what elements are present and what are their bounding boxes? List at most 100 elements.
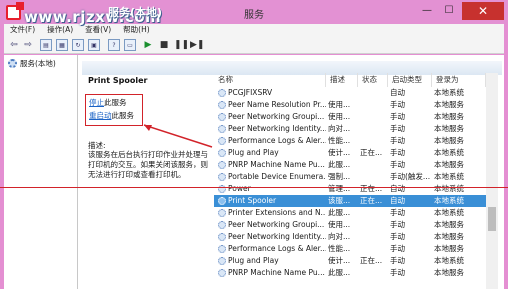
service-startup-cell: 手动 xyxy=(390,232,405,241)
service-name-text: Performance Logs & Aler... xyxy=(228,136,326,145)
gear-icon xyxy=(218,209,226,217)
console-tree-icon[interactable]: ▤ xyxy=(40,39,52,51)
service-row[interactable]: Plug and Play 使计... 正在... 手动 本地系统 xyxy=(214,147,486,159)
services-list: 名称 描述 状态 启动类型 登录为 PCGJFIXSRV 自动本地系统 Peer N… xyxy=(214,73,486,289)
service-row[interactable]: Print Spooler 该服... 正在... 自动 本地系统 xyxy=(214,195,486,207)
help-icon[interactable]: ? xyxy=(108,39,120,51)
gear-icon xyxy=(218,125,226,133)
service-description-cell: 此服... xyxy=(328,268,351,277)
export-icon[interactable]: ▣ xyxy=(88,39,100,51)
service-name-cell: PCGJFIXSRV xyxy=(218,87,326,99)
service-description-cell: 使用... xyxy=(328,100,351,109)
main-content: 服务(本地) Print Spooler 停止此服务 重启动此服务 描述: 该服… xyxy=(4,55,504,289)
service-startup-cell: 手动 xyxy=(390,100,405,109)
service-name-text: Printer Extensions and N... xyxy=(228,208,326,217)
service-name-cell: Performance Logs & Aler... xyxy=(218,243,326,255)
column-header-status[interactable]: 状态 xyxy=(358,73,388,87)
play-icon[interactable]: ▶ xyxy=(142,39,154,51)
close-button[interactable]: ✕ xyxy=(462,2,504,20)
service-description-cell: 此服... xyxy=(328,208,351,217)
service-name-text: Peer Networking Identity... xyxy=(228,124,326,133)
service-row[interactable]: Plug and Play 使计... 正在... 手动 本地系统 xyxy=(214,255,486,267)
service-description-cell: 性能... xyxy=(328,136,351,145)
column-header-description[interactable]: 描述 xyxy=(326,73,358,87)
service-logon-cell: 本地服务 xyxy=(434,268,464,277)
gear-icon xyxy=(218,233,226,241)
service-startup-cell: 手动 xyxy=(390,208,405,217)
service-logon-cell: 本地系统 xyxy=(434,172,464,181)
service-name-text: PNRP Machine Name Pu... xyxy=(228,268,325,277)
stop-icon[interactable]: ■ xyxy=(158,39,170,51)
service-status-cell: 正在... xyxy=(360,196,383,205)
service-name-text: Portable Device Enumera... xyxy=(228,172,326,181)
column-header-name[interactable]: 名称 xyxy=(214,73,326,87)
service-row[interactable]: PNRP Machine Name Pu... 此服... 手动 本地服务 xyxy=(214,267,486,279)
service-row[interactable]: PCGJFIXSRV 自动 本地系统 xyxy=(214,87,486,99)
service-startup-cell: 手动 xyxy=(390,256,405,265)
service-name-cell: Power xyxy=(218,183,326,195)
service-name-cell: Peer Name Resolution Pr... xyxy=(218,99,326,111)
service-description-cell: 使用... xyxy=(328,220,351,229)
toolbar: ⇦ ⇨ ▤ ▦ ↻ ▣ ? ▭ ▶ ■ ❚❚ ▶❚ xyxy=(4,36,504,54)
console-icon[interactable]: ▭ xyxy=(124,39,136,51)
restart-icon[interactable]: ▶❚ xyxy=(190,39,204,51)
watermark-header: 服务(本地) xyxy=(108,6,163,19)
service-row[interactable]: Performance Logs & Aler... 性能... 手动 本地服务 xyxy=(214,243,486,255)
maximize-button[interactable]: ☐ xyxy=(438,2,460,20)
service-name-cell: Plug and Play xyxy=(218,147,326,159)
service-description-cell: 向对... xyxy=(328,124,351,133)
service-row[interactable]: Peer Name Resolution Pr... 使用... 手动 本地服务 xyxy=(214,99,486,111)
service-description-cell: 使用... xyxy=(328,112,351,121)
service-name-text: Power xyxy=(228,184,251,193)
service-startup-cell: 手动 xyxy=(390,244,405,253)
service-row[interactable]: PNRP Machine Name Pu... 此服... 手动 本地服务 xyxy=(214,159,486,171)
service-startup-cell: 手动 xyxy=(390,148,405,157)
annotation-arrow xyxy=(143,124,213,148)
service-status-cell: 正在... xyxy=(360,148,383,157)
refresh-icon[interactable]: ↻ xyxy=(72,39,84,51)
back-icon[interactable]: ⇦ xyxy=(8,39,20,51)
forward-icon[interactable]: ⇨ xyxy=(22,39,34,51)
service-startup-cell: 自动 xyxy=(390,88,405,97)
service-description-cell: 向对... xyxy=(328,232,351,241)
pause-icon[interactable]: ❚❚ xyxy=(174,39,189,51)
service-description-cell: 该服... xyxy=(328,196,351,205)
service-name-cell: Peer Networking Identity... xyxy=(218,231,326,243)
service-name-text: Peer Networking Groupi... xyxy=(228,220,325,229)
service-row[interactable]: Peer Networking Groupi... 使用... 手动 本地服务 xyxy=(214,219,486,231)
column-header-logon[interactable]: 登录为 xyxy=(432,73,486,87)
service-name-cell: Peer Networking Groupi... xyxy=(218,111,326,123)
service-logon-cell: 本地服务 xyxy=(434,220,464,229)
service-logon-cell: 本地服务 xyxy=(434,100,464,109)
service-name-text: PCGJFIXSRV xyxy=(228,88,273,97)
service-logon-cell: 本地系统 xyxy=(434,256,464,265)
scrollbar-thumb[interactable] xyxy=(488,207,496,231)
service-description-cell: 此服... xyxy=(328,160,351,169)
gear-icon xyxy=(218,101,226,109)
service-name-cell: PNRP Machine Name Pu... xyxy=(218,267,326,279)
service-row[interactable]: Power 管理... 正在... 自动 本地系统 xyxy=(214,183,486,195)
service-startup-cell: 手动 xyxy=(390,160,405,169)
service-name-text: Plug and Play xyxy=(228,148,279,157)
service-logon-cell: 本地服务 xyxy=(434,232,464,241)
service-name-text: Print Spooler xyxy=(228,196,277,205)
gear-icon xyxy=(218,89,226,97)
vertical-scrollbar[interactable] xyxy=(486,73,498,289)
column-header-startup-type[interactable]: 启动类型 xyxy=(388,73,432,87)
service-status-cell: 正在... xyxy=(360,256,383,265)
service-row[interactable]: Portable Device Enumera... 强制... 手动(触发... 本… xyxy=(214,171,486,183)
properties-icon[interactable]: ▦ xyxy=(56,39,68,51)
service-logon-cell: 本地系统 xyxy=(434,148,464,157)
gear-icon xyxy=(218,257,226,265)
minimize-button[interactable]: — xyxy=(416,2,438,20)
service-startup-cell: 手动 xyxy=(390,268,405,277)
service-row[interactable]: Printer Extensions and N... 此服... 手动 本地系统 xyxy=(214,207,486,219)
service-row[interactable]: Peer Networking Identity... 向对... 手动 本地服务 xyxy=(214,231,486,243)
service-row[interactable]: Performance Logs & Aler... 性能... 手动 本地服务 xyxy=(214,135,486,147)
gear-icon xyxy=(218,173,226,181)
service-logon-cell: 本地系统 xyxy=(434,208,464,217)
service-logon-cell: 本地服务 xyxy=(434,244,464,253)
service-name-cell: Peer Networking Identity... xyxy=(218,123,326,135)
service-row[interactable]: Peer Networking Identity... 向对... 手动 本地服务 xyxy=(214,123,486,135)
service-row[interactable]: Peer Networking Groupi... 使用... 手动 本地服务 xyxy=(214,111,486,123)
